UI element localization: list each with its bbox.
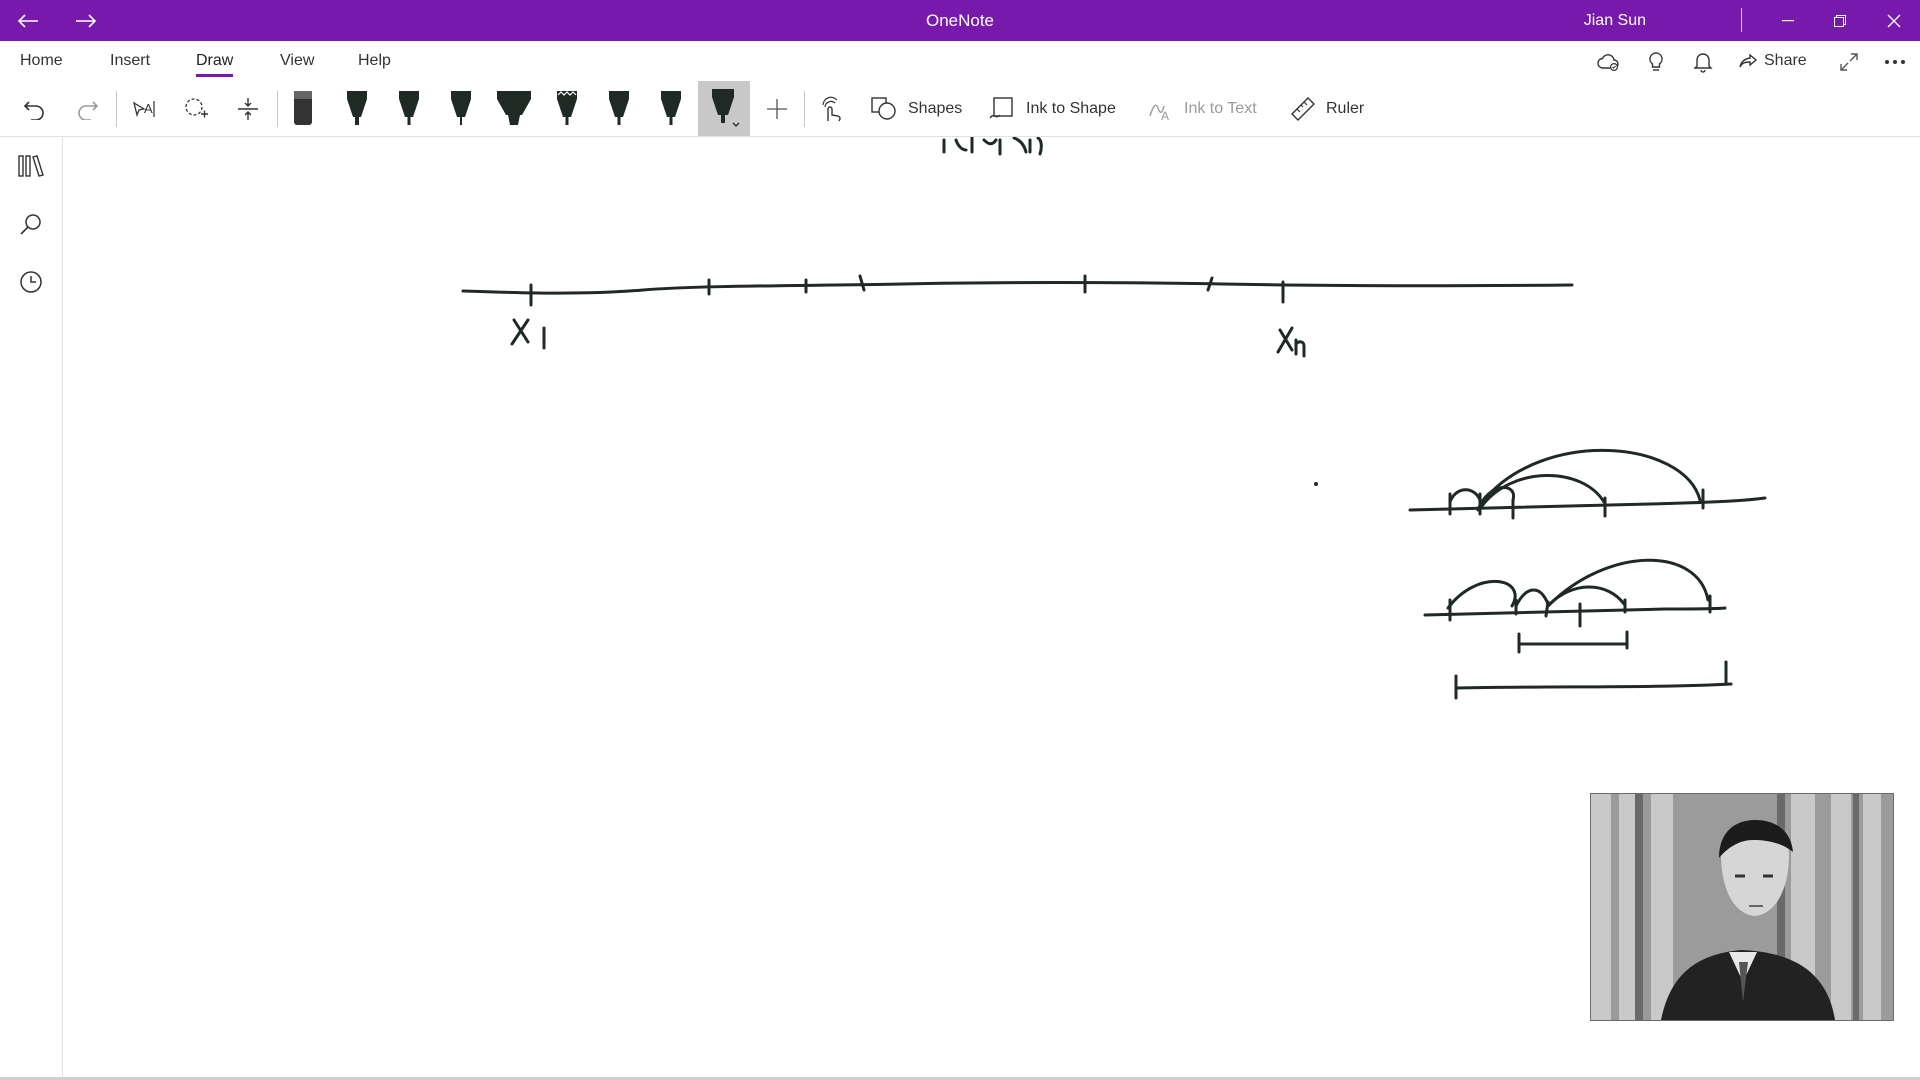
shapes-label: Shapes [908, 99, 963, 117]
ink-top-cutoff-text [942, 137, 1043, 156]
redo-icon[interactable] [68, 81, 108, 136]
ruler-button[interactable]: Ruler [1290, 81, 1364, 136]
navigation-rail [0, 137, 63, 1080]
restore-icon[interactable] [1820, 0, 1860, 41]
expand-icon[interactable] [1836, 49, 1862, 75]
add-pen-icon[interactable] [760, 81, 794, 136]
ink-to-shape-icon [989, 96, 1013, 118]
shapes-button[interactable]: Shapes [870, 81, 962, 136]
presenter-video-image [1591, 794, 1893, 1020]
ruler-icon [1291, 96, 1315, 121]
ink-arc [1482, 449, 1702, 502]
sync-status-icon[interactable] [1596, 49, 1622, 75]
svg-text:A: A [144, 101, 153, 116]
ruler-label: Ruler [1326, 99, 1365, 117]
lasso-select-icon[interactable] [176, 81, 216, 136]
ink-dot [1314, 482, 1318, 486]
add-space-icon[interactable] [228, 81, 268, 136]
pen-black-2-icon[interactable] [392, 81, 426, 136]
ink-line-diagram-1 [1408, 496, 1767, 512]
ink-line-diagram-2 [1423, 606, 1727, 617]
ink-interval-short [1517, 630, 1629, 654]
title-separator [1741, 8, 1742, 32]
type-select-icon[interactable]: A [124, 81, 164, 136]
notifications-bell-icon[interactable] [1690, 49, 1716, 75]
ink-to-text-label: Ink to Text [1184, 99, 1257, 117]
undo-icon[interactable] [14, 81, 54, 136]
close-icon[interactable] [1874, 0, 1914, 41]
share-label: Share [1764, 52, 1807, 69]
ink-tick [858, 274, 866, 292]
share-icon [1739, 53, 1758, 68]
pen-black-3-icon[interactable] [444, 81, 478, 136]
ink-interval-long [1454, 660, 1733, 700]
title-bar: OneNote Jian Sun [0, 0, 1920, 41]
tab-draw[interactable]: Draw [196, 41, 234, 81]
tab-view[interactable]: View [280, 41, 314, 81]
lightbulb-icon[interactable] [1643, 49, 1669, 75]
recent-clock-icon[interactable] [16, 267, 46, 297]
tab-home[interactable]: Home [20, 41, 63, 81]
user-name[interactable]: Jian Sun [1584, 0, 1646, 41]
ink-main-number-line [461, 281, 1574, 295]
pen-black-5-icon[interactable] [654, 81, 688, 136]
highlighter-icon[interactable] [492, 81, 536, 136]
notebooks-icon[interactable] [16, 151, 46, 181]
ink-label-x [1276, 326, 1294, 354]
ink-arc [1480, 474, 1606, 508]
pen-selected-icon[interactable] [698, 81, 750, 136]
ink-label-subscript-n [1294, 338, 1306, 358]
eraser-icon[interactable] [288, 81, 318, 136]
ink-to-shape-button[interactable]: Ink to Shape [988, 81, 1116, 136]
search-icon[interactable] [16, 209, 46, 239]
ink-arc [1446, 580, 1517, 610]
webcam-video [1590, 793, 1894, 1021]
ink-arc [1546, 558, 1710, 608]
more-options-icon[interactable] [1882, 49, 1908, 75]
svg-text:A: A [1161, 109, 1169, 122]
ink-to-shape-label: Ink to Shape [1026, 99, 1116, 117]
tab-insert[interactable]: Insert [110, 41, 150, 81]
ink-tick [1206, 276, 1214, 292]
touch-drawing-icon[interactable] [812, 81, 852, 136]
ink-ticks-diagram-2 [1448, 594, 1712, 628]
pen-black-4-icon[interactable] [602, 81, 636, 136]
forward-arrow-icon[interactable] [66, 0, 106, 41]
draw-toolbar: A Shapes Ink to Shape A Ink to Text Rule… [0, 81, 1920, 137]
back-arrow-icon[interactable] [8, 0, 48, 41]
pencil-texture-icon[interactable] [550, 81, 584, 136]
tab-help[interactable]: Help [358, 41, 391, 81]
shapes-icon [871, 96, 896, 120]
pen-black-1-icon[interactable] [340, 81, 374, 136]
ink-label-x [510, 318, 530, 346]
ink-arc [1448, 488, 1482, 504]
ink-to-text-button: A Ink to Text [1146, 81, 1257, 136]
ink-to-text-icon: A [1149, 104, 1169, 122]
ribbon-tabs: Home Insert Draw View Help [0, 41, 1920, 81]
minimize-icon[interactable] [1768, 0, 1808, 41]
share-button[interactable]: Share [1738, 41, 1807, 81]
ink-arc [1514, 588, 1550, 608]
